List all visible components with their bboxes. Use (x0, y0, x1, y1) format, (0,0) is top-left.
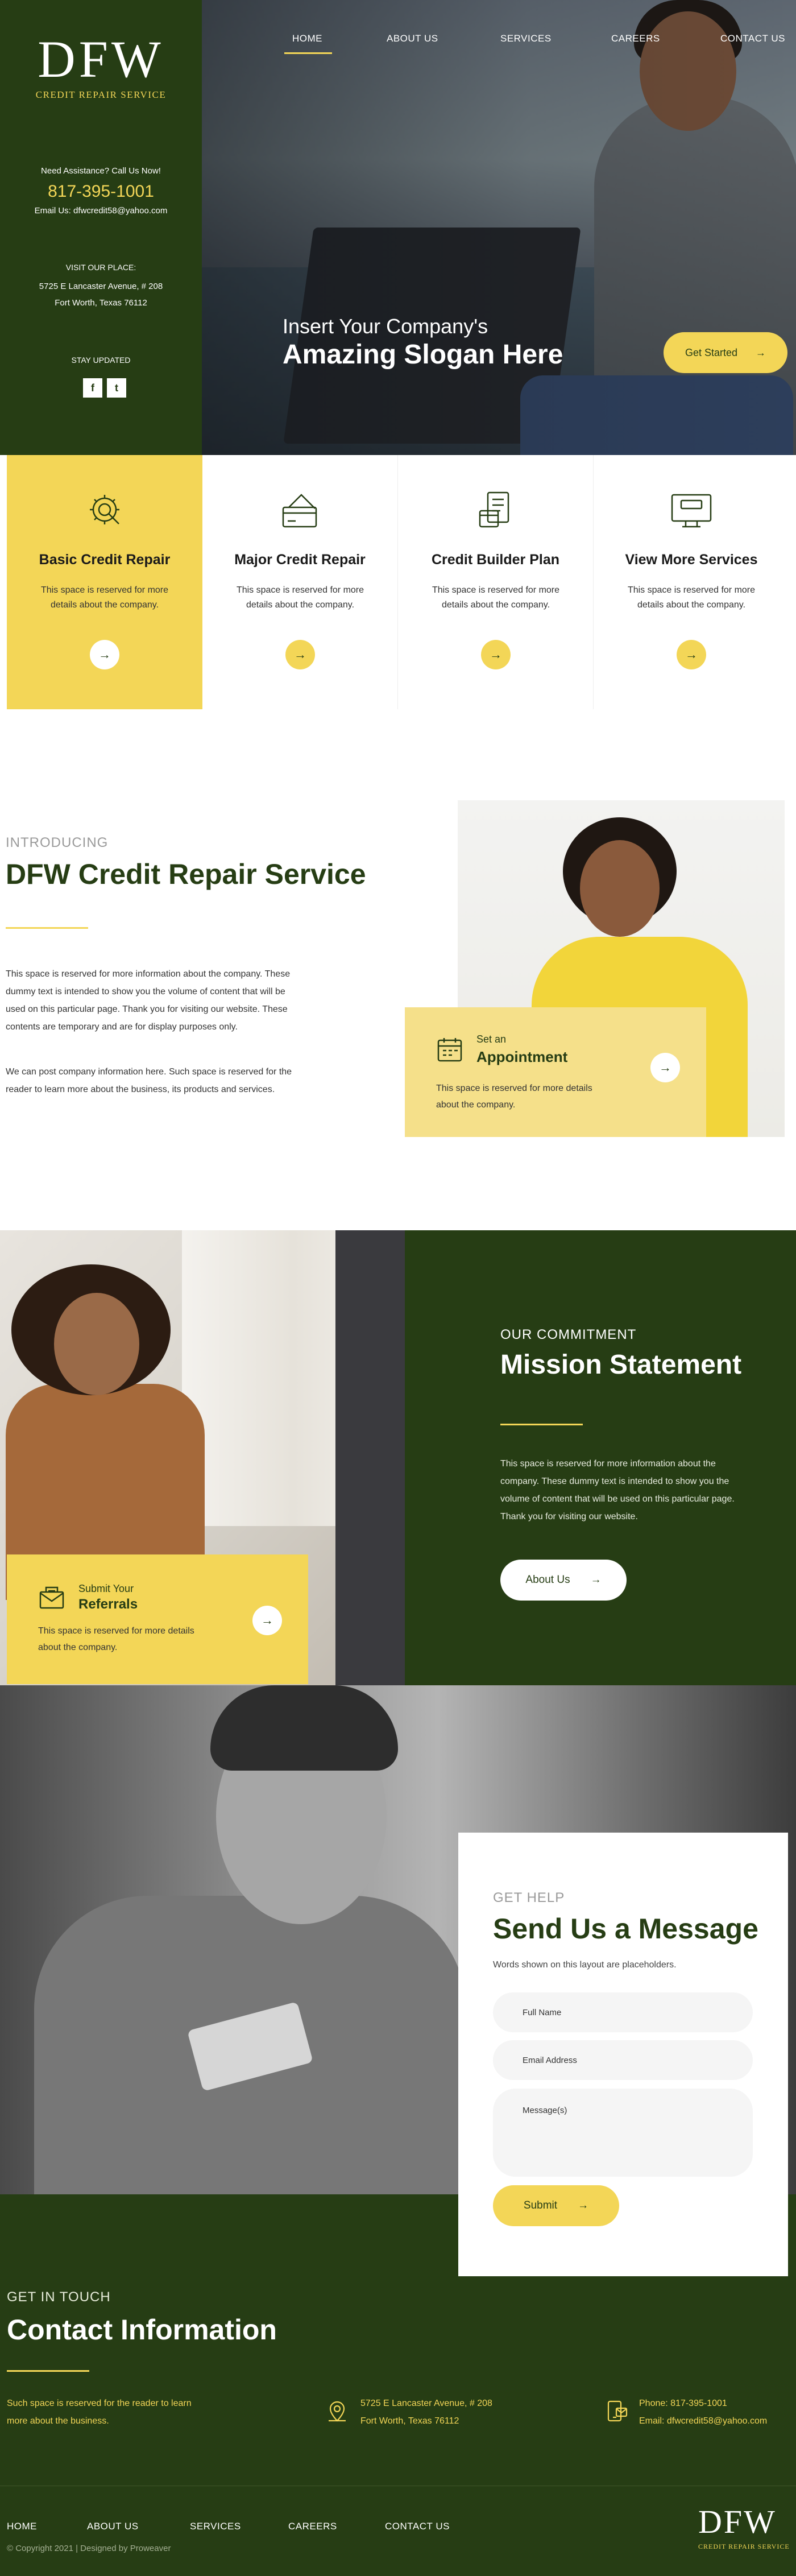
nav-active-underline (284, 52, 332, 54)
assistance-text: Need Assistance? Call Us Now! (41, 166, 161, 176)
service-title: Basic Credit Repair (39, 552, 171, 568)
document-card-icon (479, 491, 509, 528)
stay-updated-label: STAY UPDATED (71, 355, 131, 365)
service-title: View More Services (625, 552, 758, 568)
phone-mail-icon (607, 2400, 628, 2422)
service-desc: This space is reserved for more details … (236, 585, 364, 610)
hero-sidebar: DFW CREDIT REPAIR SERVICE Need Assistanc… (0, 0, 202, 455)
service-desc: This space is reserved for more details … (627, 585, 756, 610)
submit-button[interactable]: Submit → (493, 2185, 619, 2226)
get-started-button[interactable]: Get Started → (664, 332, 787, 373)
footer-nav-home[interactable]: HOME (7, 2521, 37, 2532)
hero-photo (202, 0, 796, 455)
referrals-card[interactable]: Submit Your Referrals This space is rese… (7, 1554, 308, 1684)
sidebar-phone[interactable]: 817-395-1001 (0, 182, 202, 201)
contact-desc: Such space is reserved for the reader to… (7, 2399, 192, 2426)
sidebar-address-line2: Fort Worth, Texas 76112 (55, 298, 147, 308)
nav-careers[interactable]: CAREERS (611, 33, 660, 44)
arrow-right-icon: → (756, 346, 766, 358)
service-title: Major Credit Repair (234, 552, 366, 568)
message-textarea[interactable] (493, 2089, 753, 2177)
service-card-major[interactable]: Major Credit Repair This space is reserv… (202, 455, 398, 709)
footer-nav-careers[interactable]: CAREERS (288, 2521, 337, 2532)
nav-contact-us[interactable]: CONTACT US (720, 33, 785, 44)
hero-section: DFW CREDIT REPAIR SERVICE Need Assistanc… (0, 0, 796, 455)
contact-address: 5725 E Lancaster Avenue, # 208 Fort Worth… (360, 2399, 492, 2426)
twitter-icon[interactable]: t (107, 378, 126, 398)
form-title: Send Us a Message (493, 1913, 758, 1945)
form-subtitle: Words shown on this layout are placehold… (493, 1960, 677, 1970)
slogan-small: Insert Your Company's (283, 315, 488, 338)
service-card-basic[interactable]: Basic Credit Repair This space is reserv… (7, 455, 202, 709)
nav-home[interactable]: HOME (292, 33, 322, 44)
get-started-label: Get Started (685, 346, 738, 358)
contact-divider (7, 2370, 89, 2372)
referrals-title: Referrals (78, 1597, 138, 1612)
email-input[interactable] (493, 2040, 753, 2080)
mission-divider (500, 1424, 583, 1425)
appointment-card[interactable]: Set an Appointment This space is reserve… (405, 1007, 706, 1137)
contact-phone[interactable]: Phone: 817-395-1001 (639, 2395, 767, 2412)
service-arrow-button[interactable]: → (285, 640, 315, 669)
logo[interactable]: DFW (0, 33, 202, 85)
service-card-more[interactable]: View More Services This space is reserve… (594, 455, 789, 709)
referrals-desc: This space is reserved for more details a… (38, 1626, 194, 1652)
intro-divider (6, 927, 88, 929)
appointment-title: Appointment (476, 1048, 568, 1065)
credit-monitor-icon (671, 494, 712, 528)
map-pin-icon (329, 2401, 346, 2422)
contact-title: Contact Information (7, 2314, 277, 2346)
visit-label: VISIT OUR PLACE: (65, 263, 136, 272)
nav-services[interactable]: SERVICES (500, 33, 552, 44)
intro-title: DFW Credit Repair Service (6, 858, 366, 890)
gear-search-icon (90, 495, 119, 524)
footer-logo-subtitle: CREDIT REPAIR SERVICE (698, 2542, 790, 2550)
calendar-icon (437, 1038, 462, 1062)
appointment-desc: This space is reserved for more details a… (436, 1084, 592, 1110)
service-card-builder[interactable]: Credit Builder Plan This space is reserv… (398, 455, 594, 709)
arrow-right-icon: → (578, 2199, 589, 2211)
referrals-arrow-button[interactable]: → (252, 1606, 282, 1635)
credit-card-icon (282, 494, 317, 528)
full-name-input[interactable] (493, 1992, 753, 2032)
intro-paragraph-1: This space is reserved for more informat… (6, 969, 291, 1032)
contact-label: GET IN TOUCH (7, 2289, 111, 2305)
copyright: © Copyright 2021 | Designed by Proweaver (7, 2544, 171, 2553)
submit-label: Submit (523, 2199, 558, 2211)
facebook-icon[interactable]: f (83, 378, 102, 398)
service-arrow-button[interactable]: → (677, 640, 706, 669)
intro-label: INTRODUCING (6, 835, 109, 850)
about-us-button[interactable]: About Us → (500, 1560, 627, 1601)
service-title: Credit Builder Plan (431, 552, 560, 568)
service-desc: This space is reserved for more details … (40, 585, 169, 610)
main-nav: HOME ABOUT US SERVICES CAREERS CONTACT U… (284, 33, 796, 56)
envelope-icon (39, 1586, 64, 1609)
service-arrow-button[interactable]: → (90, 640, 119, 669)
footer-nav-contact-us[interactable]: CONTACT US (385, 2521, 450, 2532)
sidebar-email[interactable]: Email Us: dfwcredit58@yahoo.com (0, 206, 202, 216)
service-arrow-button[interactable]: → (481, 640, 511, 669)
contact-phone-email: Phone: 817-395-1001 Email: dfwcredit58@y… (639, 2395, 767, 2430)
about-us-label: About Us (525, 1574, 570, 1586)
mission-paragraph: This space is reserved for more informat… (500, 1459, 735, 1521)
footer-nav-services[interactable]: SERVICES (190, 2521, 241, 2532)
contact-email[interactable]: Email: dfwcredit58@yahoo.com (639, 2412, 767, 2430)
nav-about-us[interactable]: ABOUT US (387, 33, 438, 44)
arrow-right-icon: → (590, 1574, 602, 1586)
service-desc: This space is reserved for more details … (432, 585, 560, 610)
footer-logo[interactable]: DFW (698, 2505, 777, 2538)
footer-nav-about-us[interactable]: ABOUT US (87, 2521, 139, 2532)
form-label: GET HELP (493, 1890, 565, 1905)
sidebar-address-line1: 5725 E Lancaster Avenue, # 208 (39, 282, 163, 291)
appointment-small: Set an (476, 1033, 507, 1045)
slogan-big: Amazing Slogan Here (283, 340, 563, 370)
appointment-arrow-button[interactable]: → (650, 1053, 680, 1082)
mission-label: OUR COMMITMENT (500, 1327, 637, 1342)
logo-subtitle: CREDIT REPAIR SERVICE (35, 89, 167, 100)
intro-paragraph-2: We can post company information here. Su… (6, 1067, 292, 1094)
referrals-small: Submit Your (78, 1583, 134, 1594)
mission-title: Mission Statement (500, 1350, 742, 1380)
